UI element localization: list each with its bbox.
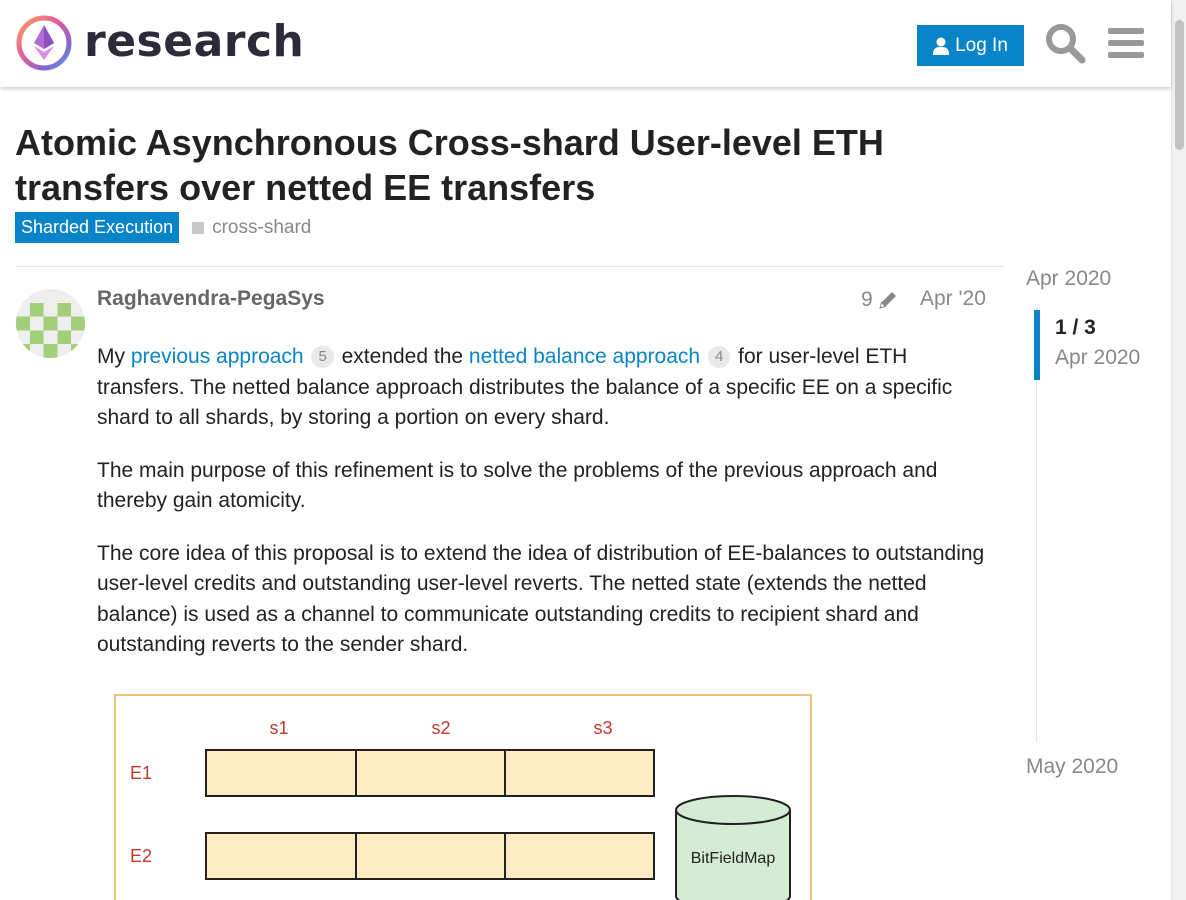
post-diagram-image[interactable]: s1 s2 s3 E1 E2 BitFieldMap: [114, 694, 812, 900]
site-logo[interactable]: research: [16, 15, 304, 71]
timeline-position: 1 / 3: [1055, 316, 1096, 339]
edit-history-button[interactable]: 9: [861, 288, 899, 312]
ethereum-logo-icon: [16, 15, 72, 71]
post-paragraph-1: My previous approach 5 extended the nett…: [97, 342, 992, 434]
site-name: research: [84, 15, 305, 67]
topic-title[interactable]: Atomic Asynchronous Cross-shard User-lev…: [15, 120, 1005, 210]
netted-state-diagram: s1 s2 s3 E1 E2 BitFieldMap: [130, 718, 791, 900]
category-badge[interactable]: Sharded Execution: [15, 212, 180, 243]
pencil-icon: [878, 292, 896, 309]
post-username[interactable]: Raghavendra-PegaSys: [97, 287, 325, 311]
post-paragraph-3: The core idea of this proposal is to ext…: [97, 541, 985, 657]
shard-label-s3: s3: [593, 718, 612, 738]
topic-tags: Sharded Execution cross-shard: [15, 212, 311, 243]
link-click-count: 5: [311, 346, 334, 368]
page-scrollbar[interactable]: [1171, 0, 1186, 900]
link-click-count: 4: [707, 346, 731, 368]
ee-label-e1: E1: [130, 763, 152, 783]
edit-count: 9: [861, 288, 873, 311]
post-date[interactable]: Apr '20: [920, 287, 986, 311]
hamburger-menu-icon[interactable]: [1105, 22, 1147, 64]
timeline-handle[interactable]: [1034, 310, 1040, 380]
ee-row-e1: [205, 749, 655, 797]
search-icon[interactable]: [1044, 22, 1086, 64]
post-paragraph-2: The main purpose of this refinement is t…: [97, 458, 938, 513]
shard-label-s2: s2: [431, 718, 450, 738]
tag-square-icon: [192, 221, 205, 234]
timeline-end-date[interactable]: May 2020: [1026, 755, 1118, 779]
text-run: extended the: [335, 345, 469, 368]
scrollbar-thumb[interactable]: [1175, 20, 1184, 150]
netted-balance-link[interactable]: netted balance approach: [469, 345, 700, 368]
login-label: Log In: [955, 34, 1008, 56]
tag-cross-shard[interactable]: cross-shard: [192, 217, 311, 239]
timeline-start-date[interactable]: Apr 2020: [1026, 267, 1111, 291]
user-icon: [933, 37, 950, 55]
timeline-position-date: Apr 2020: [1055, 346, 1141, 369]
previous-approach-link[interactable]: previous approach: [131, 345, 304, 368]
text-run: My: [97, 345, 131, 368]
login-button[interactable]: Log In: [917, 25, 1024, 66]
bitfieldmap-label: BitFieldMap: [691, 850, 776, 867]
topic-divider: [15, 266, 1004, 267]
ee-label-e2: E2: [130, 846, 152, 866]
bitfieldmap-store-icon: [675, 795, 791, 900]
avatar[interactable]: [16, 289, 85, 358]
post-body: My previous approach 5 extended the nett…: [97, 342, 992, 683]
site-header: research Log In: [0, 0, 1171, 87]
ee-row-e2: [205, 832, 655, 880]
shard-label-s1: s1: [269, 718, 288, 738]
tag-label: cross-shard: [212, 216, 312, 238]
